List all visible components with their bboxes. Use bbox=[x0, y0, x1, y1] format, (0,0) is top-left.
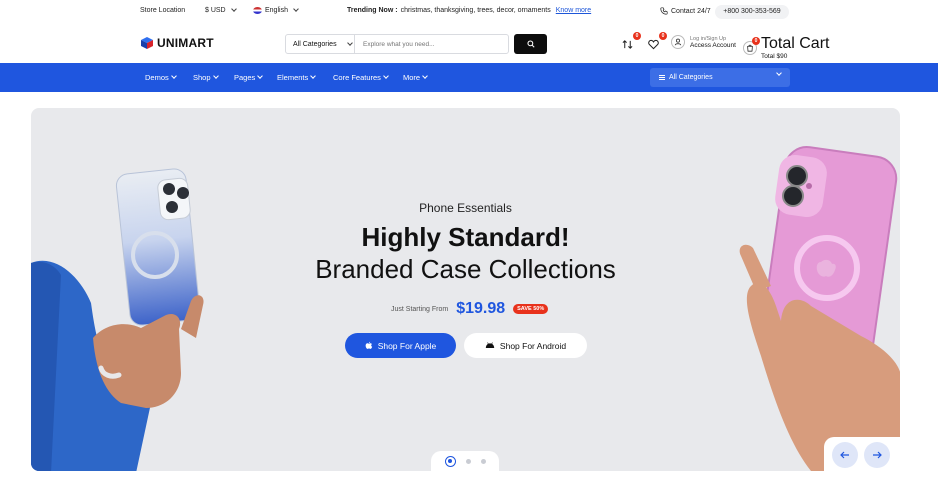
currency-select[interactable]: $ USD bbox=[205, 6, 237, 14]
arrow-left-icon bbox=[840, 451, 849, 459]
logo-cube-icon bbox=[141, 37, 153, 49]
store-location-link[interactable]: Store Location bbox=[140, 7, 185, 14]
hand-pink-phone-image bbox=[739, 146, 900, 471]
store-location-label: Store Location bbox=[140, 7, 186, 14]
header: UNIMART All Categories 0 0 Log in/Sign U… bbox=[0, 24, 938, 63]
search-button[interactable] bbox=[514, 34, 547, 54]
logo[interactable]: UNIMART bbox=[140, 36, 214, 50]
nav-item-shop[interactable]: Shop bbox=[193, 73, 219, 82]
main-nav: Demos Shop Pages Elements Core Features … bbox=[0, 63, 938, 92]
nav-item-core-features[interactable]: Core Features bbox=[333, 73, 389, 82]
shop-apple-button[interactable]: Shop For Apple bbox=[345, 333, 456, 358]
language-label: English bbox=[265, 7, 288, 14]
compare-count-badge: 0 bbox=[633, 32, 641, 40]
cart-count-badge: 0 bbox=[752, 36, 760, 45]
nav-item-pages[interactable]: Pages bbox=[234, 73, 264, 82]
nav-item-label: Demos bbox=[145, 73, 169, 82]
search-icon bbox=[526, 40, 535, 48]
nav-item-label: Elements bbox=[277, 73, 309, 82]
all-categories-label: All Categories bbox=[669, 74, 713, 81]
account-link[interactable]: Log in/Sign Up Access Account bbox=[671, 35, 736, 49]
wishlist-button[interactable]: 0 bbox=[648, 32, 667, 51]
nav-item-label: Core Features bbox=[333, 73, 381, 82]
cart-link[interactable]: 0 Total Cart Total $90 bbox=[743, 35, 829, 60]
user-icon bbox=[671, 35, 685, 49]
search-bar: All Categories bbox=[285, 34, 509, 54]
price-row: Just Starting From $19.98 SAVE 50% bbox=[391, 300, 549, 318]
cart-total-label: Total $90 bbox=[761, 53, 788, 60]
starting-from-label: Just Starting From bbox=[391, 305, 449, 313]
hero-banner: Phone Essentials Highly Standard! Brande… bbox=[31, 108, 900, 471]
nav-item-demos[interactable]: Demos bbox=[145, 73, 177, 82]
nav-item-label: Pages bbox=[234, 73, 256, 82]
compare-icon bbox=[622, 40, 633, 49]
language-select[interactable]: English bbox=[253, 6, 299, 14]
search-category-label: All Categories bbox=[293, 40, 337, 48]
cart-small-label: Total Cart bbox=[761, 35, 830, 52]
currency-label: $ USD bbox=[205, 7, 226, 14]
shop-android-button[interactable]: Shop For Android bbox=[464, 333, 587, 358]
slider-dot-3[interactable] bbox=[480, 458, 486, 464]
chevron-down-icon bbox=[293, 6, 299, 12]
slider-prev-button[interactable] bbox=[832, 442, 858, 468]
compare-button[interactable]: 0 bbox=[622, 32, 641, 51]
phone-icon bbox=[660, 7, 668, 15]
logo-text: UNIMART bbox=[157, 36, 214, 50]
nav-item-label: More bbox=[403, 73, 421, 82]
chevron-down-icon bbox=[230, 6, 237, 12]
trending-items: christmas, thanksgiving, trees, decor, o… bbox=[400, 7, 551, 14]
chevron-down-icon bbox=[346, 39, 353, 46]
search-category-select[interactable]: All Categories bbox=[286, 35, 355, 53]
top-bar: Store Location $ USD English Trending No… bbox=[0, 0, 938, 24]
shop-android-label: Shop For Android bbox=[499, 340, 567, 351]
wishlist-count-badge: 0 bbox=[659, 32, 667, 40]
flag-icon bbox=[253, 7, 262, 14]
menu-icon bbox=[659, 75, 665, 80]
hero-title-line2: Branded Case Collections bbox=[315, 254, 616, 284]
nav-item-elements[interactable]: Elements bbox=[277, 73, 317, 82]
chevron-down-icon bbox=[310, 73, 317, 79]
hero-eyebrow: Phone Essentials bbox=[419, 201, 512, 215]
arrow-right-icon bbox=[873, 451, 882, 459]
heart-icon bbox=[648, 39, 659, 50]
contact-link[interactable]: Contact 24/7 bbox=[660, 7, 711, 15]
hero-price: $19.98 bbox=[456, 300, 506, 317]
sale-badge: SAVE 50% bbox=[513, 304, 549, 314]
slider-next-button[interactable] bbox=[864, 442, 890, 468]
slider-arrows bbox=[824, 437, 900, 473]
phone-number[interactable]: +800 300-353-569 bbox=[715, 5, 789, 19]
apple-icon bbox=[365, 341, 372, 349]
cart-icon-wrap: 0 bbox=[743, 36, 760, 55]
account-big-label: Access Account bbox=[690, 41, 736, 49]
know-more-link[interactable]: Know more bbox=[556, 7, 591, 14]
chevron-down-icon bbox=[776, 70, 782, 76]
chevron-down-icon bbox=[212, 73, 219, 79]
slider-dot-2[interactable] bbox=[465, 458, 471, 464]
slider-dot-1[interactable] bbox=[444, 455, 456, 467]
chevron-down-icon bbox=[383, 73, 389, 79]
search-input[interactable] bbox=[355, 35, 508, 53]
contact-label: Contact 24/7 bbox=[671, 7, 711, 15]
slider-pagination bbox=[431, 451, 499, 477]
hero-title-line1: Highly Standard! bbox=[361, 222, 570, 252]
nav-item-more[interactable]: More bbox=[403, 73, 428, 82]
android-icon bbox=[485, 342, 495, 348]
all-categories-dropdown[interactable]: All Categories bbox=[650, 68, 790, 87]
chevron-down-icon bbox=[257, 73, 264, 79]
shop-apple-label: Shop For Apple bbox=[377, 340, 437, 351]
nav-item-label: Shop bbox=[193, 73, 211, 82]
trending-bar: Trending Now : christmas, thanksgiving, … bbox=[347, 7, 591, 14]
chevron-down-icon bbox=[422, 73, 428, 79]
trending-label: Trending Now : bbox=[347, 7, 398, 14]
chevron-down-icon bbox=[170, 73, 177, 79]
